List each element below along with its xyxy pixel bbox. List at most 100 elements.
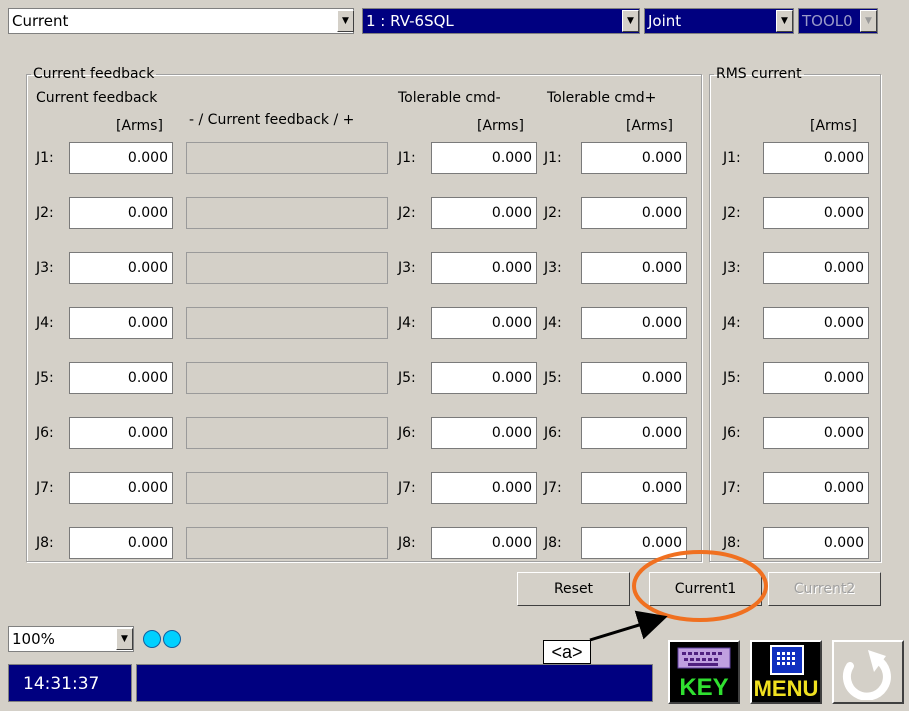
robot-select-value: 1 : RV-6SQL <box>366 12 454 30</box>
rms-value: 0.000 <box>763 307 869 339</box>
return-arrow-icon <box>842 650 891 700</box>
current1-button[interactable]: Current1 <box>649 572 762 606</box>
joint-label: J6: <box>398 425 416 441</box>
coord-select-value: Joint <box>648 12 682 30</box>
current-feedback-legend: Current feedback <box>33 66 155 82</box>
joint-label: J2: <box>398 205 416 221</box>
joint-label: J8: <box>544 535 562 551</box>
rms-value: 0.000 <box>763 527 869 559</box>
rms-value: 0.000 <box>763 472 869 504</box>
joint-label: J5: <box>723 370 741 386</box>
tol-minus-value: 0.000 <box>431 472 537 504</box>
tol-plus-value: 0.000 <box>581 252 687 284</box>
robot-dropdown-button[interactable]: ▼ <box>622 10 639 32</box>
col-feedback-unit: [Arms] <box>116 118 163 134</box>
tol-plus-value: 0.000 <box>581 197 687 229</box>
menu-label: MENU <box>753 676 819 701</box>
col-tol-plus-unit: [Arms] <box>626 118 673 134</box>
feedback-bar <box>186 472 388 504</box>
joint-label: J3: <box>398 260 416 276</box>
joint-label: J5: <box>544 370 562 386</box>
annotation-label: <a> <box>543 640 591 664</box>
joint-label: J6: <box>723 425 741 441</box>
joint-label: J7: <box>398 480 416 496</box>
col-tol-minus-unit: [Arms] <box>477 118 524 134</box>
feedback-value: 0.000 <box>69 307 173 339</box>
feedback-value: 0.000 <box>69 142 173 174</box>
tol-minus-value: 0.000 <box>431 417 537 449</box>
joint-label: J1: <box>36 150 54 166</box>
tol-plus-value: 0.000 <box>581 362 687 394</box>
joint-label: J5: <box>398 370 416 386</box>
feedback-bar <box>186 197 388 229</box>
joint-label: J3: <box>723 260 741 276</box>
mode-select[interactable]: Current <box>8 8 354 34</box>
tol-minus-value: 0.000 <box>431 252 537 284</box>
keyboard-button[interactable]: KEY <box>668 640 740 704</box>
feedback-bar <box>186 252 388 284</box>
status-indicator-1 <box>143 630 161 648</box>
current2-button: Current2 <box>768 572 881 606</box>
joint-label: J6: <box>36 425 54 441</box>
tol-minus-value: 0.000 <box>431 197 537 229</box>
keyboard-label: KEY <box>679 674 729 701</box>
joint-label: J2: <box>723 205 741 221</box>
clock-display: 14:31:37 <box>8 664 132 702</box>
tol-plus-value: 0.000 <box>581 527 687 559</box>
joint-label: J5: <box>36 370 54 386</box>
feedback-value: 0.000 <box>69 527 173 559</box>
rms-value: 0.000 <box>763 142 869 174</box>
joint-label: J4: <box>544 315 562 331</box>
feedback-value: 0.000 <box>69 472 173 504</box>
col-feedback-title: Current feedback <box>36 90 158 106</box>
joint-label: J8: <box>398 535 416 551</box>
reset-button[interactable]: Reset <box>517 572 630 606</box>
menu-button[interactable]: MENU <box>750 640 822 704</box>
robot-select[interactable]: 1 : RV-6SQL <box>362 8 640 34</box>
joint-label: J1: <box>723 150 741 166</box>
feedback-bar <box>186 527 388 559</box>
joint-label: J4: <box>398 315 416 331</box>
status-bar <box>136 664 653 702</box>
joint-label: J4: <box>36 315 54 331</box>
rms-value: 0.000 <box>763 252 869 284</box>
joint-label: J8: <box>36 535 54 551</box>
rms-value: 0.000 <box>763 197 869 229</box>
coord-dropdown-button[interactable]: ▼ <box>776 10 793 32</box>
chevron-down-icon: ▼ <box>121 634 128 644</box>
joint-label: J1: <box>398 150 416 166</box>
joint-label: J1: <box>544 150 562 166</box>
joint-label: J7: <box>723 480 741 496</box>
back-button[interactable] <box>832 640 904 704</box>
feedback-bar <box>186 362 388 394</box>
feedback-value: 0.000 <box>69 197 173 229</box>
col-tol-plus-title: Tolerable cmd+ <box>547 90 657 106</box>
feedback-bar <box>186 417 388 449</box>
coord-select[interactable]: Joint <box>644 8 794 34</box>
tool-dropdown-button: ▼ <box>860 10 877 32</box>
joint-label: J3: <box>544 260 562 276</box>
joint-label: J8: <box>723 535 741 551</box>
joint-label: J7: <box>36 480 54 496</box>
tol-minus-value: 0.000 <box>431 142 537 174</box>
col-rms-unit: [Arms] <box>810 118 857 134</box>
joint-label: J3: <box>36 260 54 276</box>
mode-dropdown-button[interactable]: ▼ <box>337 10 354 32</box>
tool-select-value: TOOL0 <box>802 12 853 30</box>
chevron-down-icon: ▼ <box>781 16 788 26</box>
joint-label: J2: <box>544 205 562 221</box>
feedback-bar <box>186 307 388 339</box>
feedback-value: 0.000 <box>69 362 173 394</box>
rms-value: 0.000 <box>763 417 869 449</box>
tol-minus-value: 0.000 <box>431 307 537 339</box>
joint-label: J2: <box>36 205 54 221</box>
joint-label: J4: <box>723 315 741 331</box>
joint-label: J6: <box>544 425 562 441</box>
speed-dropdown-button[interactable]: ▼ <box>116 628 133 650</box>
annotation-arrow <box>589 610 668 642</box>
joint-label: J7: <box>544 480 562 496</box>
speed-select-value: 100% <box>12 630 55 648</box>
chevron-down-icon: ▼ <box>865 16 872 26</box>
clock-time: 14:31:37 <box>23 674 100 694</box>
menu-grid-icon <box>770 645 804 675</box>
